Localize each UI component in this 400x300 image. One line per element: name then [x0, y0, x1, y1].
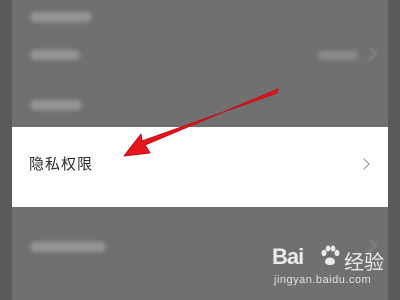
blurred-label	[30, 242, 106, 252]
blurred-value	[318, 51, 358, 60]
privacy-permissions-item[interactable]: 隐私权限	[12, 127, 388, 207]
watermark-brand-prefix: Bai	[272, 244, 304, 269]
settings-row-blurred-2	[12, 38, 388, 74]
privacy-permissions-label: 隐私权限	[29, 155, 94, 173]
chevron-right-icon	[358, 158, 370, 170]
baidu-jingyan-watermark: Bai 经验 jingyan.baidu.com	[272, 244, 392, 296]
watermark-url: jingyan.baidu.com	[274, 274, 372, 286]
watermark-brand-suffix: 经验	[344, 250, 384, 274]
blurred-label	[30, 12, 92, 22]
settings-row-blurred-1	[12, 0, 388, 36]
screen-edge-left	[0, 0, 12, 300]
paw-icon	[321, 245, 340, 265]
blurred-label	[30, 100, 82, 110]
blurred-label	[30, 50, 80, 60]
chevron-right-icon	[362, 47, 378, 63]
settings-row-blurred-3	[12, 88, 388, 124]
